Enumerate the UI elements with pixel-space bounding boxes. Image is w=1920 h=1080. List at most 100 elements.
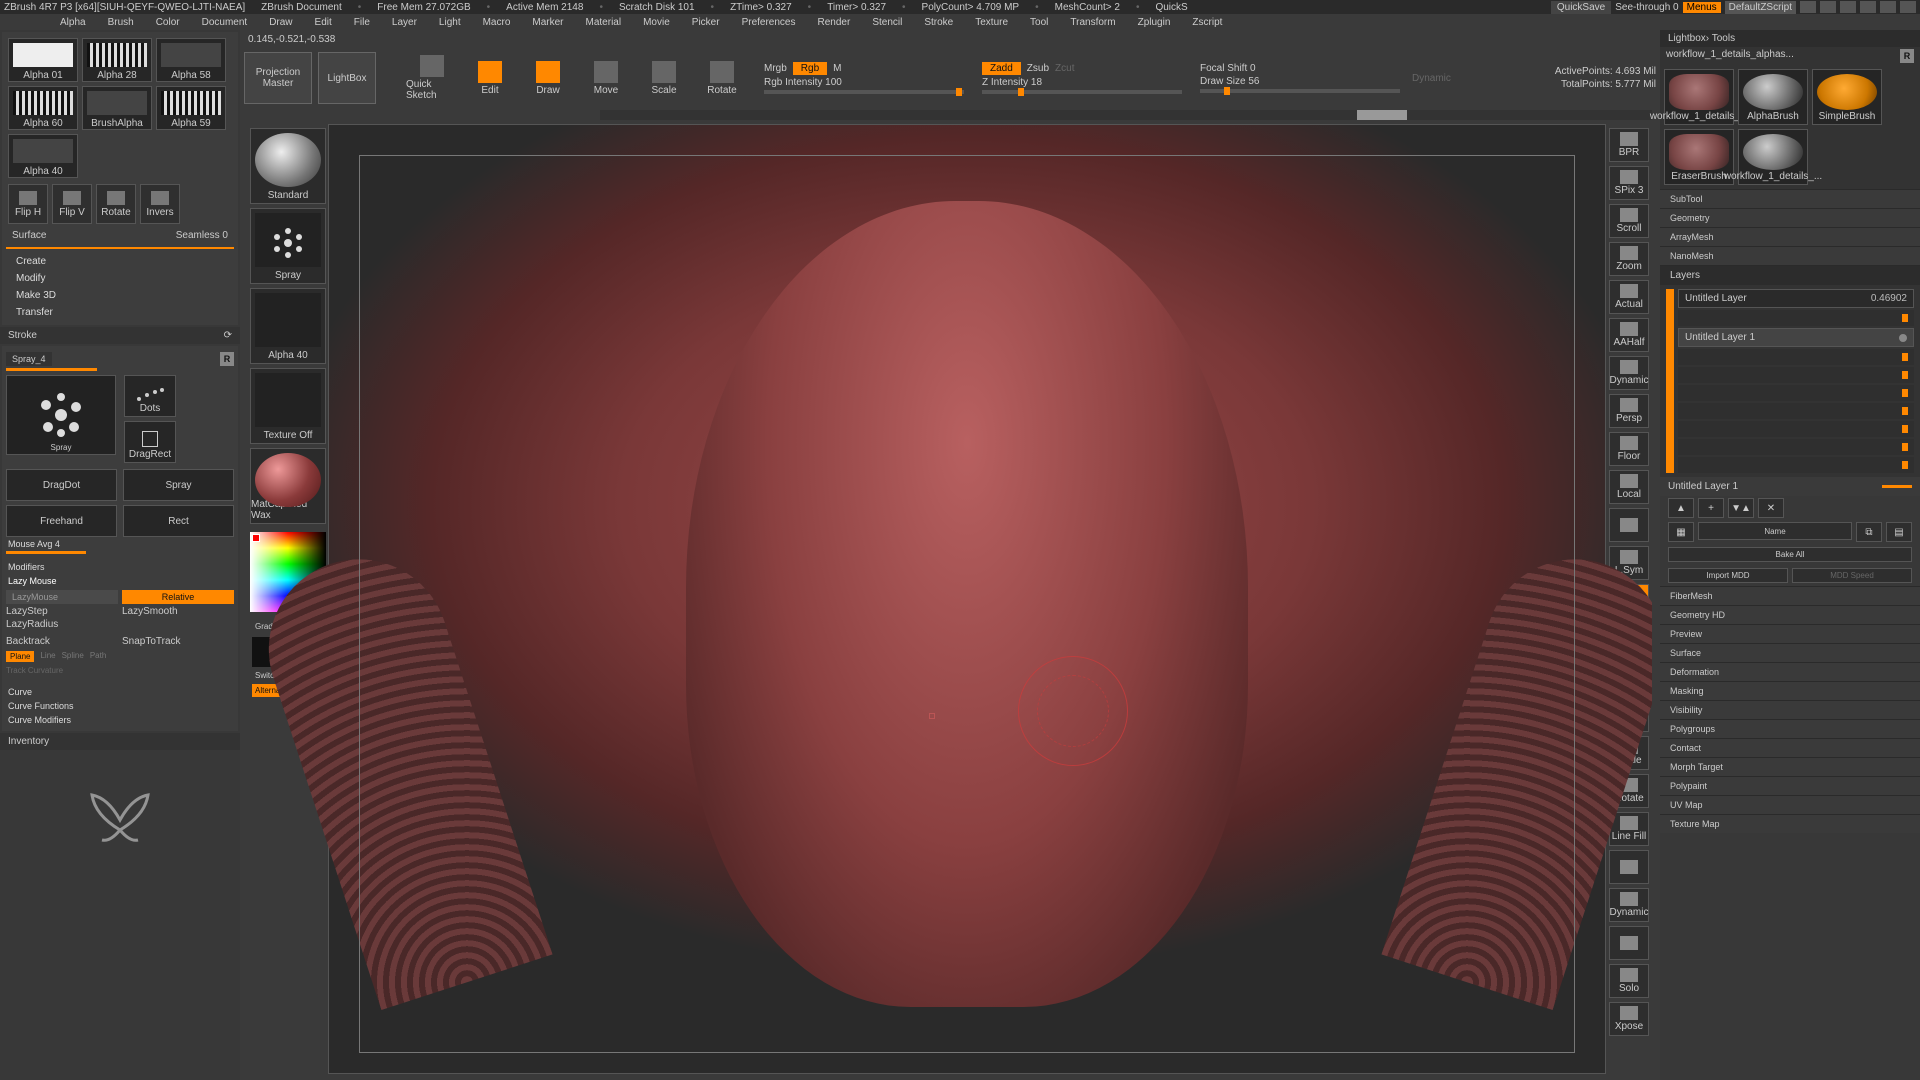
section-fibermesh[interactable]: FiberMesh <box>1660 586 1920 605</box>
menu-layer[interactable]: Layer <box>392 17 417 28</box>
layer-btn[interactable]: ▦ <box>1668 522 1694 542</box>
menu-transform[interactable]: Transform <box>1070 17 1115 28</box>
move-mode-button[interactable]: Move <box>580 51 632 105</box>
section-morph-target[interactable]: Morph Target <box>1660 757 1920 776</box>
view-button[interactable] <box>1609 508 1649 542</box>
layer-row[interactable]: Untitled Layer0.46902 <box>1678 289 1914 308</box>
rgb-toggle[interactable]: Rgb <box>793 62 827 75</box>
tool-cell[interactable]: SimpleBrush <box>1812 69 1882 125</box>
alpha-slot[interactable]: Alpha 01 <box>8 38 78 82</box>
maximize-icon[interactable] <box>1880 1 1896 13</box>
zsub-toggle[interactable]: Zsub <box>1027 63 1049 74</box>
lightbox-button[interactable]: LightBox <box>318 52 376 104</box>
seamless-slider[interactable]: Seamless 0 <box>176 230 228 241</box>
SPix 3-button[interactable]: SPix 3 <box>1609 166 1649 200</box>
menu-zscript[interactable]: Zscript <box>1192 17 1222 28</box>
lightbox-tools-header[interactable]: Lightbox› Tools <box>1660 30 1920 47</box>
menu-file[interactable]: File <box>354 17 370 28</box>
menu-render[interactable]: Render <box>818 17 851 28</box>
menu-tool[interactable]: Tool <box>1030 17 1048 28</box>
scale-mode-button[interactable]: Scale <box>638 51 690 105</box>
Zoom-button[interactable]: Zoom <box>1609 242 1649 276</box>
menu-texture[interactable]: Texture <box>975 17 1008 28</box>
quicksave-button[interactable]: QuickSave <box>1551 1 1611 14</box>
layer-del-button[interactable]: ✕ <box>1758 498 1784 518</box>
seethrough[interactable]: See-through 0 <box>1615 2 1678 13</box>
section-polygroups[interactable]: Polygroups <box>1660 719 1920 738</box>
menu-make-3d[interactable]: Make 3D <box>6 287 234 304</box>
brush-slot-standard[interactable]: Standard <box>250 128 326 204</box>
layer-row[interactable]: Untitled Layer 1 <box>1678 328 1914 347</box>
layer-name-button[interactable]: Name <box>1698 522 1852 540</box>
rgb-intensity-slider[interactable]: Rgb Intensity 100 <box>764 77 842 88</box>
alpha-slot[interactable]: BrushAlpha <box>82 86 152 130</box>
stroke-dragrect[interactable]: DragRect <box>124 421 176 463</box>
layer-down-button[interactable]: ▼▲ <box>1728 498 1754 518</box>
AAHalf-button[interactable]: AAHalf <box>1609 318 1649 352</box>
section-masking[interactable]: Masking <box>1660 681 1920 700</box>
close-icon[interactable] <box>1900 1 1916 13</box>
Scroll-button[interactable]: Scroll <box>1609 204 1649 238</box>
stroke-name[interactable]: Spray_4 <box>6 352 52 366</box>
section-subtool[interactable]: SubTool <box>1660 189 1920 208</box>
menus-toggle[interactable]: Menus <box>1683 2 1721 13</box>
curve-functions-section[interactable]: Curve Functions <box>6 699 234 713</box>
menu-movie[interactable]: Movie <box>643 17 670 28</box>
timeline-scrub[interactable] <box>600 110 1652 120</box>
flip-h-button[interactable]: Flip H <box>8 184 48 224</box>
minimize-icon[interactable] <box>1860 1 1876 13</box>
focal-shift-slider[interactable]: Focal Shift 0 <box>1200 63 1256 74</box>
replay-button[interactable]: R <box>220 352 234 366</box>
menu-alpha[interactable]: Alpha <box>60 17 86 28</box>
invers-button[interactable]: Invers <box>140 184 180 224</box>
mouse-avg-slider[interactable]: Mouse Avg 4 <box>6 537 234 551</box>
viewport[interactable] <box>328 124 1606 1074</box>
stroke-spray2[interactable]: Spray <box>123 469 234 501</box>
zcut-toggle[interactable]: Zcut <box>1055 63 1074 74</box>
stroke-dragdot[interactable]: DragDot <box>6 469 117 501</box>
rotate-mode-button[interactable]: Rotate <box>696 51 748 105</box>
section-deformation[interactable]: Deformation <box>1660 662 1920 681</box>
section-surface[interactable]: Surface <box>1660 643 1920 662</box>
menu-material[interactable]: Material <box>586 17 622 28</box>
stroke-panel-header[interactable]: Stroke ⟳ <box>0 327 240 344</box>
menu-macro[interactable]: Macro <box>483 17 511 28</box>
menu-edit[interactable]: Edit <box>315 17 332 28</box>
refresh-icon[interactable]: ⟳ <box>224 330 232 341</box>
scrub-handle[interactable] <box>1357 110 1407 120</box>
mode-line[interactable]: Line <box>40 651 55 662</box>
flip-v-button[interactable]: Flip V <box>52 184 92 224</box>
stroke-slot-spray[interactable]: Spray <box>250 208 326 284</box>
menu-picker[interactable]: Picker <box>692 17 720 28</box>
layer-up-button[interactable]: ▲ <box>1668 498 1694 518</box>
section-visibility[interactable]: Visibility <box>1660 700 1920 719</box>
alpha-slot[interactable]: Alpha 40 <box>250 288 326 364</box>
tool-cell[interactable]: workflow_1_details_... <box>1738 129 1808 185</box>
layer-add-button[interactable]: + <box>1698 498 1724 518</box>
layer-dup-button[interactable]: ⧉ <box>1856 522 1882 542</box>
z-intensity-bar[interactable] <box>982 90 1182 94</box>
Actual-button[interactable]: Actual <box>1609 280 1649 314</box>
surface-label[interactable]: Surface <box>12 230 46 241</box>
alpha-slot[interactable]: Alpha 40 <box>8 134 78 178</box>
Dynamic-button[interactable]: Dynamic <box>1609 356 1649 390</box>
Persp-button[interactable]: Persp <box>1609 394 1649 428</box>
default-zscript[interactable]: DefaultZScript <box>1725 1 1796 14</box>
import-mdd-button[interactable]: Import MDD <box>1668 568 1788 583</box>
projection-master-button[interactable]: Projection Master <box>244 52 312 104</box>
menu-color[interactable]: Color <box>156 17 180 28</box>
curve-section[interactable]: Curve <box>6 685 234 699</box>
menu-stencil[interactable]: Stencil <box>872 17 902 28</box>
menu-draw[interactable]: Draw <box>269 17 292 28</box>
menu-stroke[interactable]: Stroke <box>924 17 953 28</box>
menu-transfer[interactable]: Transfer <box>6 304 234 321</box>
section-nanomesh[interactable]: NanoMesh <box>1660 246 1920 265</box>
mrgb-toggle[interactable]: Mrgb <box>764 63 787 74</box>
lazymouse-header[interactable]: Lazy Mouse <box>6 574 234 588</box>
color-selector[interactable] <box>252 534 260 542</box>
section-uv-map[interactable]: UV Map <box>1660 795 1920 814</box>
mode-path[interactable]: Path <box>90 651 106 662</box>
relative-toggle[interactable]: Relative <box>122 590 234 604</box>
section-preview[interactable]: Preview <box>1660 624 1920 643</box>
lazymouse-toggle[interactable]: LazyMouse <box>6 590 118 604</box>
